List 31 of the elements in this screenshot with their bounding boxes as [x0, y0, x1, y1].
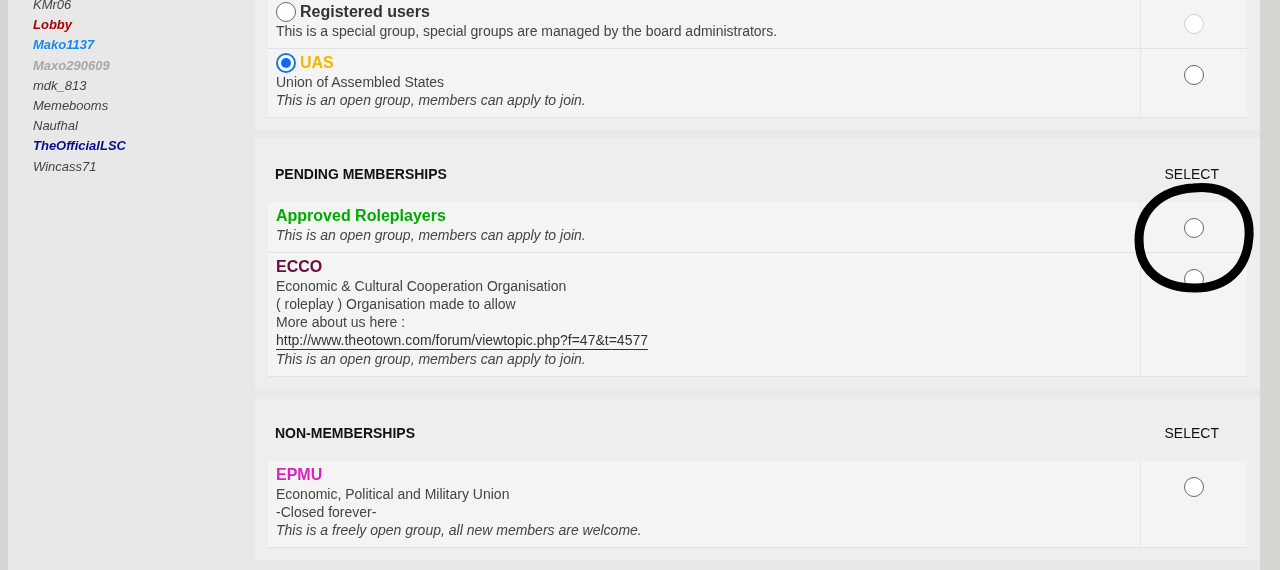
- select-radio[interactable]: [1184, 65, 1204, 85]
- select-column-label: SELECT: [1164, 423, 1219, 443]
- section-heading: NON-MEMBERSHIPS: [274, 423, 416, 443]
- group-description: ( roleplay ) Organisation made to allow: [276, 295, 516, 313]
- group-description: -Closed forever-: [276, 503, 377, 521]
- group-name[interactable]: EPMU: [276, 465, 323, 485]
- username-link[interactable]: mdk_813: [33, 75, 255, 96]
- username-link[interactable]: Naufhal: [33, 116, 255, 137]
- group-type-note: This is an open group, members can apply to join.: [276, 350, 586, 368]
- select-radio[interactable]: [1184, 218, 1204, 238]
- group-description: Union of Assembled States: [276, 73, 445, 91]
- username-link[interactable]: TheOfficialLSC: [33, 136, 255, 157]
- group-type-note: This is a special group, special groups are managed by the board administrators.: [276, 22, 778, 40]
- group-name[interactable]: ECCO: [276, 257, 323, 277]
- group-description: More about us here :: [276, 313, 406, 331]
- group-description: Economic, Political and Military Union: [276, 485, 510, 503]
- group-description: Economic & Cultural Cooperation Organisation: [276, 277, 567, 295]
- username-link[interactable]: Lobby: [33, 15, 255, 36]
- username-link[interactable]: Memebooms: [33, 96, 255, 117]
- username-link[interactable]: Wincass71: [33, 156, 255, 177]
- group-type-note: This is an open group, members can apply to join.: [276, 91, 586, 109]
- default-group-radio[interactable]: [276, 53, 296, 73]
- section-heading: PENDING MEMBERSHIPS: [274, 164, 448, 184]
- group-link[interactable]: http://www.theotown.com/forum/viewtopic.php?f=47&t=4577: [276, 331, 648, 350]
- group-name[interactable]: Registered users: [300, 2, 430, 22]
- username-link[interactable]: KMr06: [33, 0, 255, 16]
- select-radio[interactable]: [1184, 477, 1204, 497]
- group-type-note: This is a freely open group, all new members are welcome.: [276, 521, 642, 539]
- select-column-label: SELECT: [1164, 164, 1219, 184]
- group-type-note: This is an open group, members can apply to join.: [276, 226, 586, 244]
- default-group-radio[interactable]: [276, 2, 296, 22]
